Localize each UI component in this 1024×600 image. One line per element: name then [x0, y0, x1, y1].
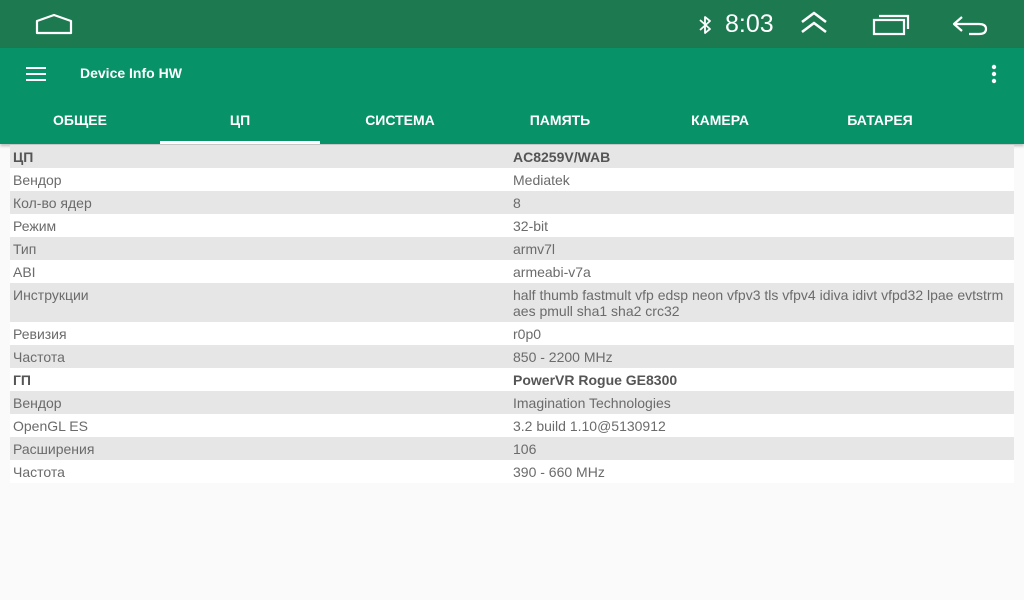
table-row: Частота 850 - 2200 MHz	[10, 345, 1014, 368]
row-label: OpenGL ES	[13, 418, 88, 434]
row-label: Инструкции	[13, 287, 89, 303]
recent-apps-icon[interactable]	[872, 13, 910, 42]
row-value: Imagination Technologies	[513, 395, 671, 411]
row-label: Расширения	[13, 441, 95, 457]
row-value: 850 - 2200 MHz	[513, 349, 613, 365]
bluetooth-icon	[696, 13, 714, 42]
hamburger-menu-icon[interactable]	[24, 62, 48, 86]
status-bar: 8:03	[0, 0, 1024, 48]
table-row: Ревизия r0p0	[10, 322, 1014, 345]
row-value: 32-bit	[513, 218, 549, 234]
row-label: Частота	[13, 349, 65, 365]
table-row: Кол-во ядер 8	[10, 191, 1014, 214]
table-row: Частота 390 - 660 MHz	[10, 460, 1014, 483]
row-label: Режим	[13, 218, 57, 234]
tab-memory[interactable]: ПАМЯТЬ	[480, 96, 640, 144]
table-row: ЦП AC8259V/WAB	[10, 145, 1014, 168]
app-title: Device Info HW	[80, 65, 182, 81]
tab-camera[interactable]: КАМЕРА	[640, 96, 800, 144]
row-label: Частота	[13, 464, 65, 480]
row-value: 3.2 build 1.10@5130912	[513, 418, 666, 434]
row-value: 8	[513, 195, 521, 211]
home-icon[interactable]	[34, 12, 74, 41]
row-value: armeabi-v7a	[513, 264, 591, 280]
row-label: ABI	[13, 264, 36, 280]
table-row: Инструкции half thumb fastmult vfp edsp …	[10, 283, 1014, 322]
row-value: 106	[513, 441, 537, 457]
table-row: Вендор Imagination Technologies	[10, 391, 1014, 414]
table-row: Тип armv7l	[10, 237, 1014, 260]
table-row: Режим 32-bit	[10, 214, 1014, 237]
row-label: ЦП	[13, 149, 34, 165]
cpu-info-table: ЦП AC8259V/WAB Вендор Mediatek Кол-во яд…	[10, 145, 1014, 483]
row-label: Вендор	[13, 395, 62, 411]
row-value: AC8259V/WAB	[513, 149, 611, 165]
table-row: Вендор Mediatek	[10, 168, 1014, 191]
row-label: Тип	[13, 241, 37, 257]
row-value: 390 - 660 MHz	[513, 464, 605, 480]
tab-sensors[interactable]: ДА	[960, 96, 1024, 144]
tab-system[interactable]: СИСТЕМА	[320, 96, 480, 144]
chevron-up-icon[interactable]	[799, 10, 829, 41]
row-label: Вендор	[13, 172, 62, 188]
row-value: r0p0	[513, 326, 542, 342]
tab-battery[interactable]: БАТАРЕЯ	[800, 96, 960, 144]
table-row: ABI armeabi-v7a	[10, 260, 1014, 283]
table-row: Расширения 106	[10, 437, 1014, 460]
row-label: ГП	[13, 372, 31, 388]
back-icon[interactable]	[951, 13, 989, 42]
more-vert-icon[interactable]	[984, 62, 1004, 86]
tab-bar: ОБЩЕЕ ЦП СИСТЕМА ПАМЯТЬ КАМЕРА БАТАРЕЯ Д…	[0, 96, 1024, 144]
table-row: OpenGL ES 3.2 build 1.10@5130912	[10, 414, 1014, 437]
row-value: armv7l	[513, 241, 556, 257]
row-label: Кол-во ядер	[13, 195, 92, 211]
row-value: PowerVR Rogue GE8300	[513, 372, 678, 388]
row-label: Ревизия	[13, 326, 67, 342]
clock: 8:03	[725, 10, 774, 38]
row-value: Mediatek	[513, 172, 570, 188]
row-value: half thumb fastmult vfp edsp neon vfpv3 …	[513, 287, 1004, 319]
tab-cpu[interactable]: ЦП	[160, 96, 320, 144]
app-bar: Device Info HW ОБЩЕЕ ЦП СИСТЕМА ПАМЯТЬ К…	[0, 48, 1024, 144]
table-row: ГП PowerVR Rogue GE8300	[10, 368, 1014, 391]
tab-general[interactable]: ОБЩЕЕ	[0, 96, 160, 144]
